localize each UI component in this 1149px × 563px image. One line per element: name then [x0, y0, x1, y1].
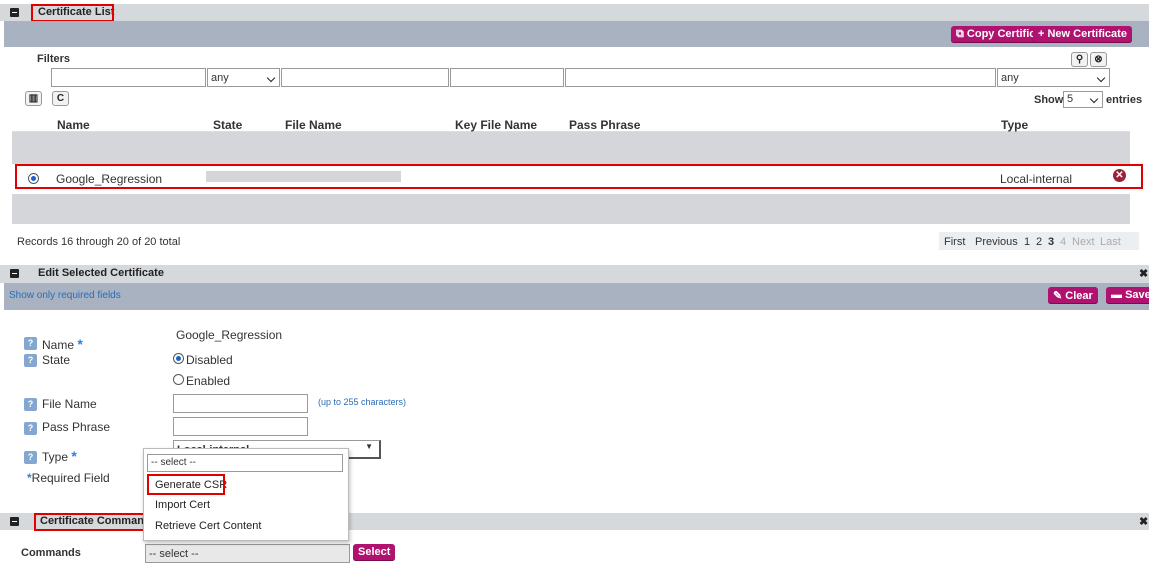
type-label: Type *: [42, 448, 77, 464]
col-file-name[interactable]: File Name: [285, 118, 342, 132]
state-disabled-label: Disabled: [186, 353, 233, 367]
edit-panel-title: Edit Selected Certificate: [38, 267, 164, 279]
col-type[interactable]: Type: [1001, 118, 1028, 132]
save-icon: ▬: [1111, 289, 1126, 301]
table-row-blurred: [12, 132, 1130, 164]
pager-page-2[interactable]: 2: [1036, 236, 1042, 248]
col-pass-phrase[interactable]: Pass Phrase: [569, 118, 640, 132]
search-icon[interactable]: ⚲: [1071, 52, 1088, 67]
edit-toolbar: Show only required fields ✎ Clear ▬ Save: [4, 283, 1149, 310]
clear-button[interactable]: ✎ Clear: [1048, 287, 1098, 304]
cert-list-toolbar: ⧉ Copy Certificate + New Certificate: [4, 21, 1149, 47]
close-icon[interactable]: ✖: [1139, 515, 1148, 528]
col-name[interactable]: Name: [57, 118, 90, 132]
file-name-label: File Name: [42, 397, 97, 411]
edit-panel-header: Edit Selected Certificate ✖: [0, 265, 1149, 283]
state-label: State: [42, 353, 71, 367]
required-note: *Required Field: [27, 471, 110, 485]
col-state[interactable]: State: [213, 118, 242, 132]
clear-filter-icon[interactable]: ⊗: [1090, 52, 1107, 67]
help-icon[interactable]: ?: [24, 451, 37, 464]
new-certificate-button[interactable]: + New Certificate: [1033, 26, 1132, 43]
filters-label: Filters: [37, 53, 71, 65]
commands-select[interactable]: -- select --: [145, 544, 350, 563]
select-button[interactable]: Select: [353, 544, 396, 561]
file-name-input[interactable]: [173, 394, 308, 413]
filter-pass-phrase-input[interactable]: [565, 68, 996, 87]
collapse-icon[interactable]: [10, 8, 19, 17]
close-icon[interactable]: ✖: [1139, 267, 1148, 280]
help-icon[interactable]: ?: [24, 398, 37, 411]
pass-phrase-input[interactable]: [173, 417, 308, 436]
filter-state-select[interactable]: any: [207, 68, 280, 87]
highlight-box: [147, 474, 225, 495]
show-label: Show: [1034, 94, 1064, 106]
pager-first[interactable]: First: [944, 236, 965, 248]
pager-page-1[interactable]: 1: [1024, 236, 1030, 248]
show-entries-select[interactable]: 5: [1063, 91, 1103, 108]
highlight-box: [15, 164, 1143, 189]
columns-icon[interactable]: ▥: [25, 91, 42, 106]
cert-list-header: Certificate List: [0, 4, 1149, 21]
pager-page-3[interactable]: 3: [1048, 236, 1054, 248]
col-key-file-name[interactable]: Key File Name: [455, 118, 537, 132]
name-label: Name *: [42, 336, 83, 352]
dropdown-arrow-icon: ▼: [365, 442, 373, 451]
table-row-blurred: [12, 194, 1130, 224]
pager-page-4: 4: [1060, 236, 1067, 248]
pager-previous[interactable]: Previous: [975, 236, 1018, 248]
commands-label: Commands: [21, 547, 81, 559]
filter-type-select[interactable]: any: [997, 68, 1110, 87]
copy-icon: ⧉: [956, 28, 967, 40]
state-enabled-radio[interactable]: [173, 374, 184, 385]
pager-next: Next: [1072, 236, 1095, 248]
name-value: Google_Regression: [176, 328, 283, 342]
collapse-icon[interactable]: [10, 517, 19, 526]
eraser-icon: ✎: [1053, 290, 1066, 302]
help-icon[interactable]: ?: [24, 337, 37, 350]
pass-phrase-label: Pass Phrase: [42, 420, 111, 434]
entries-label: entries: [1106, 94, 1143, 106]
help-icon[interactable]: ?: [24, 422, 37, 435]
filter-key-file-input[interactable]: [450, 68, 564, 87]
dropdown-item-retrieve-cert-content[interactable]: Retrieve Cert Content: [155, 520, 261, 532]
dropdown-search-input[interactable]: -- select --: [147, 454, 343, 472]
records-text: Records 16 through 20 of 20 total: [17, 236, 181, 248]
highlight-box: [34, 513, 146, 531]
highlight-box: [31, 4, 114, 22]
help-icon[interactable]: ?: [24, 354, 37, 367]
pager-last: Last: [1100, 236, 1121, 248]
required-fields-link[interactable]: Show only required fields: [9, 290, 121, 301]
collapse-icon[interactable]: [10, 269, 19, 278]
dropdown-item-import-cert[interactable]: Import Cert: [155, 499, 210, 511]
file-name-hint: (up to 255 characters): [318, 397, 407, 407]
state-enabled-label: Enabled: [186, 374, 231, 388]
save-button[interactable]: ▬ Save: [1106, 287, 1149, 304]
refresh-icon[interactable]: C: [52, 91, 69, 106]
filter-file-name-input[interactable]: [281, 68, 449, 87]
state-disabled-radio[interactable]: [173, 353, 184, 364]
filter-name-input[interactable]: [51, 68, 206, 87]
